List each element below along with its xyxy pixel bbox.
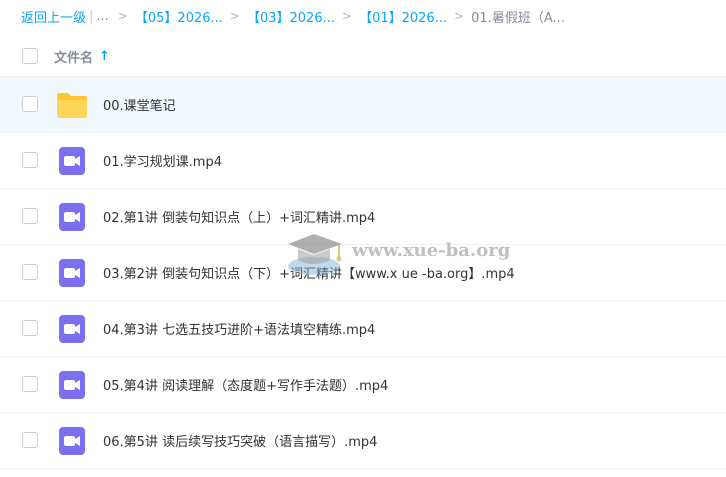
list-item[interactable]: 01.学习规划课.mp4 xyxy=(0,133,726,189)
video-icon xyxy=(59,315,85,343)
breadcrumb: 返回上一级 | ... > 【05】2026... > 【03】2026... … xyxy=(21,0,726,32)
video-icon xyxy=(59,147,85,175)
file-name[interactable]: 03.第2讲 倒装句知识点（下）+词汇精讲【www.x ue -ba.org】.… xyxy=(103,263,515,282)
chevron-right-icon: > xyxy=(342,9,353,23)
chevron-right-icon: > xyxy=(229,9,240,23)
file-name[interactable]: 06.第5讲 读后续写技巧突破（语言描写）.mp4 xyxy=(103,431,377,450)
row-checkbox[interactable] xyxy=(22,432,38,448)
row-checkbox[interactable] xyxy=(22,376,38,392)
select-all-checkbox[interactable] xyxy=(22,48,38,64)
row-checkbox[interactable] xyxy=(22,96,38,112)
back-link[interactable]: 返回上一级 xyxy=(21,7,86,26)
chevron-right-icon: > xyxy=(117,9,128,23)
video-icon xyxy=(59,259,85,287)
list-item[interactable]: 04.第3讲 七选五技巧进阶+语法填空精练.mp4 xyxy=(0,301,726,357)
file-list: 00.课堂笔记 01.学习规划课.mp4 02.第1讲 倒装句知识点（上）+词汇… xyxy=(0,77,726,469)
breadcrumb-divider: | xyxy=(89,8,94,24)
column-header-filename[interactable]: 文件名 ↑ xyxy=(54,47,110,66)
list-header: 文件名 ↑ xyxy=(0,36,726,77)
row-checkbox[interactable] xyxy=(22,320,38,336)
list-item[interactable]: 02.第1讲 倒装句知识点（上）+词汇精讲.mp4 xyxy=(0,189,726,245)
video-icon xyxy=(59,203,85,231)
file-name[interactable]: 00.课堂笔记 xyxy=(103,95,176,114)
list-item[interactable]: 05.第4讲 阅读理解（态度题+写作手法题）.mp4 xyxy=(0,357,726,413)
list-item[interactable]: 06.第5讲 读后续写技巧突破（语言描写）.mp4 xyxy=(0,413,726,469)
breadcrumb-current: 01.暑假班（A... xyxy=(471,10,565,26)
file-name[interactable]: 05.第4讲 阅读理解（态度题+写作手法题）.mp4 xyxy=(103,375,388,394)
file-name[interactable]: 04.第3讲 七选五技巧进阶+语法填空精练.mp4 xyxy=(103,319,375,338)
folder-icon xyxy=(57,93,87,118)
row-checkbox[interactable] xyxy=(22,208,38,224)
row-checkbox[interactable] xyxy=(22,264,38,280)
breadcrumb-item-2[interactable]: 【03】2026... xyxy=(247,7,335,26)
video-icon xyxy=(59,427,85,455)
list-item[interactable]: 00.课堂笔记 xyxy=(0,77,726,133)
row-checkbox[interactable] xyxy=(22,152,38,168)
arrow-up-icon[interactable]: ↑ xyxy=(99,49,110,64)
breadcrumb-item-1[interactable]: 【05】2026... xyxy=(135,7,223,26)
file-browser: 返回上一级 | ... > 【05】2026... > 【03】2026... … xyxy=(0,0,726,477)
video-icon xyxy=(59,371,85,399)
breadcrumb-ellipsis[interactable]: ... xyxy=(96,9,108,24)
chevron-right-icon: > xyxy=(454,9,465,23)
list-item[interactable]: 03.第2讲 倒装句知识点（下）+词汇精讲【www.x ue -ba.org】.… xyxy=(0,245,726,301)
breadcrumb-item-3[interactable]: 【01】2026... xyxy=(359,7,447,26)
column-header-label: 文件名 xyxy=(54,50,94,66)
file-name[interactable]: 02.第1讲 倒装句知识点（上）+词汇精讲.mp4 xyxy=(103,207,375,226)
file-name[interactable]: 01.学习规划课.mp4 xyxy=(103,151,222,170)
